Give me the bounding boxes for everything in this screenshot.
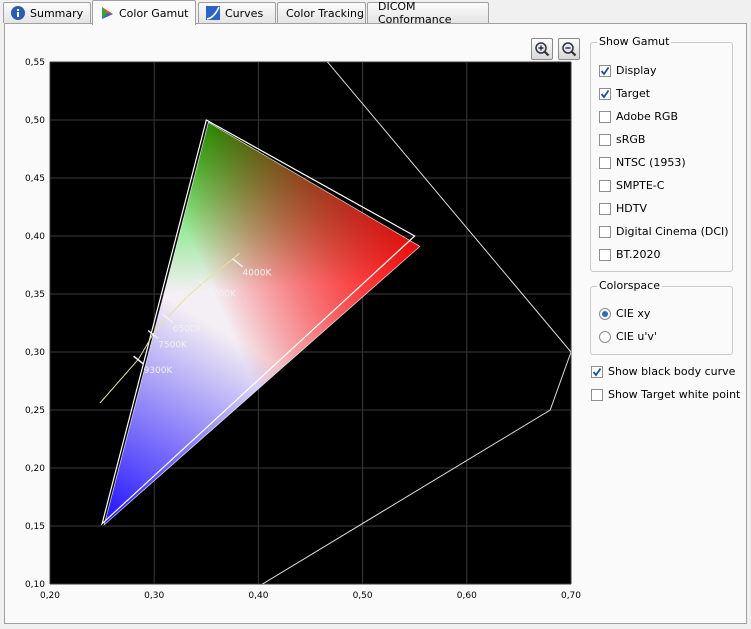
checkbox[interactable] xyxy=(599,248,611,261)
cct-marker-label: 6500K xyxy=(173,324,203,334)
y-tick-label: 0,15 xyxy=(25,522,45,532)
gamut-checkbox-adobe-rgb-label: Adobe RGB xyxy=(616,110,679,123)
checkbox[interactable] xyxy=(599,225,611,238)
checkbox[interactable] xyxy=(599,110,611,123)
x-tick-label: 0,60 xyxy=(457,591,477,601)
gamut-checkbox-ntsc-1953[interactable]: NTSC (1953) xyxy=(599,156,686,169)
cct-marker-label: 5000K xyxy=(207,290,237,300)
y-tick-label: 0,35 xyxy=(25,290,45,300)
checkbox[interactable] xyxy=(599,179,611,192)
gamut-checkbox-target[interactable]: Target xyxy=(599,87,650,100)
colorspace-group: Colorspace CIE xy CIE u'v' xyxy=(590,279,733,355)
y-tick-label: 0,50 xyxy=(25,116,45,126)
colorspace-radio-cie-u-v-label: CIE u'v' xyxy=(616,330,657,343)
cct-marker-label: 9300K xyxy=(144,366,174,376)
gamut-checkbox-srgb-label: sRGB xyxy=(616,133,646,146)
radio-dot xyxy=(602,310,608,317)
radio-button[interactable] xyxy=(599,307,611,320)
checkbox[interactable] xyxy=(599,133,611,146)
gamut-checkbox-digital-cinema-dci-label: Digital Cinema (DCI) xyxy=(616,225,729,238)
cie-chart[interactable]: 4000K 5000K 5500K 6500K 7500K 9300K 0,20 0,30 0… xyxy=(0,0,590,610)
colorspace-radio-cie-xy-label: CIE xy xyxy=(616,307,651,320)
checkbox[interactable] xyxy=(591,365,603,378)
y-tick-label: 0,20 xyxy=(25,464,45,474)
gamut-checkbox-display[interactable]: Display xyxy=(599,64,657,77)
y-tick-label: 0,10 xyxy=(25,580,45,590)
x-tick-label: 0,70 xyxy=(561,591,581,601)
x-tick-label: 0,30 xyxy=(144,591,164,601)
gamut-checkbox-hdtv-label: HDTV xyxy=(616,202,647,215)
checkbox[interactable] xyxy=(591,388,603,401)
gamut-checkbox-bt-2020-label: BT.2020 xyxy=(616,248,661,261)
checkbox[interactable] xyxy=(599,64,611,77)
option-checkbox-show-target-white-point-label: Show Target white point xyxy=(608,388,741,401)
y-tick-label: 0,30 xyxy=(25,348,45,358)
x-tick-label: 0,20 xyxy=(40,591,60,601)
checkmark-icon xyxy=(592,367,602,376)
checkmark-icon xyxy=(600,89,610,98)
option-checkbox-show-black-body-curve[interactable]: Show black body curve xyxy=(591,365,735,378)
show-gamut-title: Show Gamut xyxy=(597,35,672,48)
option-checkbox-show-black-body-curve-label: Show black body curve xyxy=(608,365,736,378)
gamut-checkbox-hdtv[interactable]: HDTV xyxy=(599,202,647,215)
option-checkbox-show-target-white-point[interactable]: Show Target white point xyxy=(591,388,740,401)
checkbox[interactable] xyxy=(599,202,611,215)
gamut-checkbox-smpte-c-label: SMPTE-C xyxy=(616,179,665,192)
checkmark-icon xyxy=(600,66,610,75)
gamut-checkbox-display-label: Display xyxy=(616,64,657,77)
radio-button[interactable] xyxy=(599,330,611,343)
y-tick-label: 0,45 xyxy=(25,174,45,184)
tab-label: Color Gamut xyxy=(119,6,189,20)
gamut-checkbox-digital-cinema-dci[interactable]: Digital Cinema (DCI) xyxy=(599,225,729,238)
color-gamut-icon xyxy=(102,7,113,19)
y-tick-label: 0,40 xyxy=(25,232,45,242)
checkbox[interactable] xyxy=(599,156,611,169)
checkbox[interactable] xyxy=(599,87,611,100)
y-tick-label: 0,55 xyxy=(25,58,45,68)
gamut-checkbox-srgb[interactable]: sRGB xyxy=(599,133,645,146)
gamut-checkbox-adobe-rgb[interactable]: Adobe RGB xyxy=(599,110,678,123)
x-tick-label: 0,50 xyxy=(353,591,373,601)
colorspace-title: Colorspace xyxy=(597,279,662,292)
colorspace-radio-cie-xy[interactable]: CIE xy xyxy=(599,307,650,320)
cct-marker-label: 7500K xyxy=(158,341,188,351)
tab-color-gamut[interactable]: Color Gamut xyxy=(92,0,196,25)
x-tick-label: 0,40 xyxy=(248,591,268,601)
gamut-checkbox-target-label: Target xyxy=(616,87,651,100)
colorspace-radio-cie-u-v[interactable]: CIE u'v' xyxy=(599,330,657,343)
cct-marker-label: 5500K xyxy=(193,303,223,313)
gamut-checkbox-ntsc-1953-label: NTSC (1953) xyxy=(616,156,686,169)
cct-marker-label: 4000K xyxy=(243,269,273,279)
gamut-checkbox-smpte-c[interactable]: SMPTE-C xyxy=(599,179,664,192)
y-tick-label: 0,25 xyxy=(25,406,45,416)
show-gamut-group: Show Gamut Display Target Adobe RGB sRGB NTS… xyxy=(590,35,733,272)
gamut-checkbox-bt-2020[interactable]: BT.2020 xyxy=(599,248,660,261)
